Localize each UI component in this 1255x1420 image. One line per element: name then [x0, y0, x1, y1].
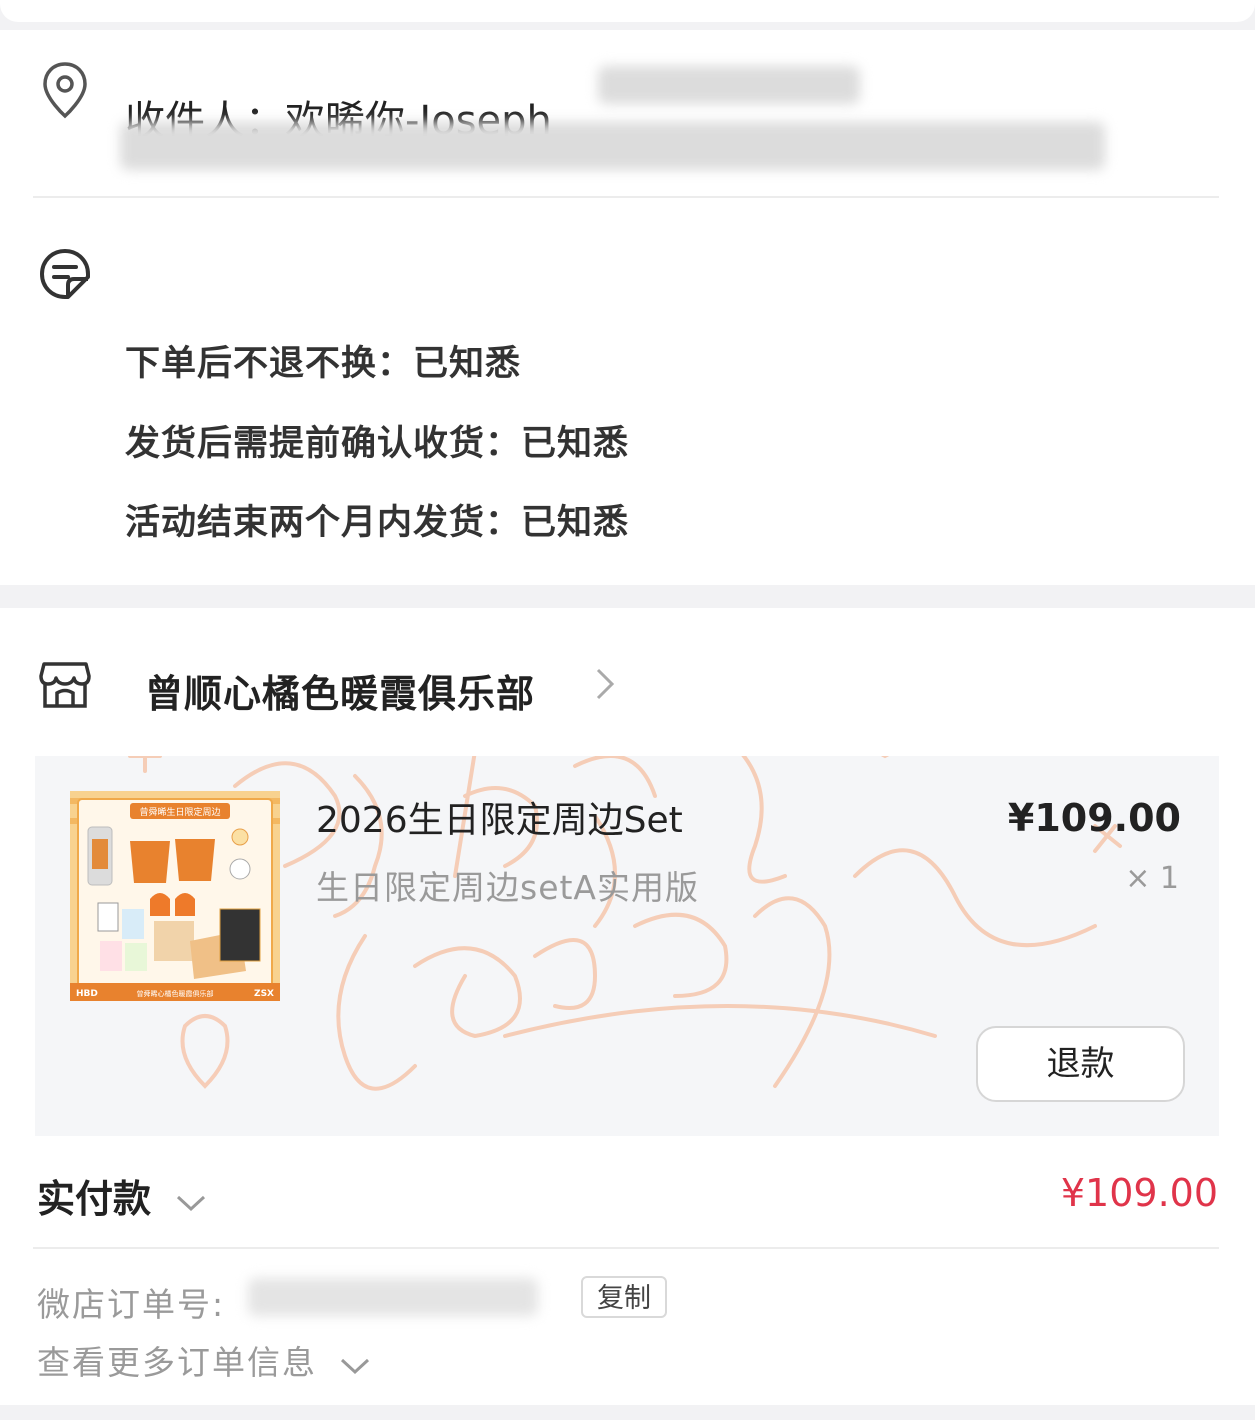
refund-button[interactable]: 退款 [976, 1026, 1185, 1102]
product-title[interactable]: 2026生日限定周边Set [316, 791, 683, 843]
product-thumbnail[interactable]: 曾舜晞生日限定周边 HBD 曾舜晞心橘色暖霞俱乐部 ZSX [70, 791, 280, 1001]
more-order-info[interactable]: 查看更多订单信息 [37, 1336, 372, 1384]
paid-label-text: 实付款 [37, 1177, 152, 1221]
chevron-down-icon[interactable] [338, 1354, 372, 1376]
product-quantity: × 1 [1125, 861, 1179, 896]
more-order-info-text: 查看更多订单信息 [37, 1343, 317, 1382]
product-spec: 生日限定周边setA实用版 [316, 868, 700, 907]
store-icon [39, 662, 91, 708]
thumbnail-footer-right: ZSX [254, 989, 274, 999]
thumbnail-footer-left: HBD [76, 989, 98, 999]
address-card: 收件人：欢晞你-Joseph 下单后不退不换：已知悉 发货后需提前确认收货：已知… [0, 30, 1255, 585]
product-price: ¥109.00 [1007, 796, 1181, 840]
address-divider [33, 196, 1219, 198]
chevron-down-icon[interactable] [174, 1191, 208, 1213]
order-card: 曾顺心橘色暖霞俱乐部 曾舜晞生日限定周边 HBD 曾舜晞心橘色暖霞俱乐部 ZSX… [0, 608, 1255, 1405]
order-number-label: 微店订单号: [37, 1285, 226, 1324]
thumbnail-footer-center: 曾舜晞心橘色暖霞俱乐部 [137, 989, 214, 998]
notice-confirm-receipt: 发货后需提前确认收货：已知悉 [125, 424, 630, 464]
product-item[interactable]: 曾舜晞生日限定周边 HBD 曾舜晞心橘色暖霞俱乐部 ZSX 2026生日限定周边… [35, 756, 1219, 1136]
shop-name[interactable]: 曾顺心橘色暖霞俱乐部 [145, 663, 535, 718]
payment-divider [33, 1247, 1219, 1249]
product-thumbnail-art: 曾舜晞生日限定周边 HBD 曾舜晞心橘色暖霞俱乐部 ZSX [70, 791, 280, 1001]
redacted-address [120, 122, 1105, 170]
copy-button[interactable]: 复制 [581, 1276, 667, 1318]
paid-label[interactable]: 实付款 [37, 1168, 208, 1223]
chevron-right-icon[interactable] [592, 666, 616, 702]
notice-no-return: 下单后不退不换：已知悉 [125, 344, 522, 384]
redacted-order-number [248, 1278, 538, 1316]
paid-amount: ¥109.00 [1060, 1171, 1218, 1215]
notice-ship-timeline: 活动结束两个月内发货：已知悉 [125, 503, 630, 543]
location-pin-icon [43, 62, 87, 119]
thumbnail-banner-text: 曾舜晞生日限定周边 [139, 806, 220, 818]
note-icon [40, 249, 90, 299]
top-card-edge [0, 0, 1255, 22]
redacted-phone [598, 66, 860, 104]
